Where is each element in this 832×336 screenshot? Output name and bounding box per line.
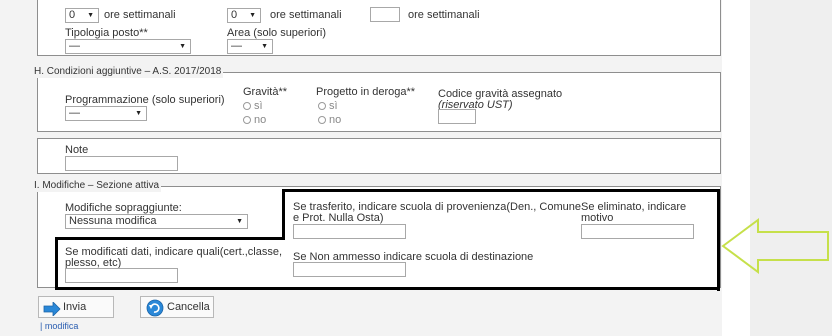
area-value: — <box>231 40 242 52</box>
radio-icon <box>243 116 251 124</box>
hours-select-1[interactable]: 0 ▼ <box>65 8 99 23</box>
programmazione-value: — <box>69 107 80 119</box>
chevron-down-icon: ▼ <box>249 12 256 19</box>
undo-icon <box>146 299 164 317</box>
hours-select-2-label: ore settimanali <box>270 9 342 21</box>
annotation-line <box>58 237 284 240</box>
hours-select-2[interactable]: 0 ▼ <box>227 8 261 23</box>
radio-icon <box>318 116 326 124</box>
invia-button[interactable]: Invia <box>38 296 114 318</box>
invia-label: Invia <box>63 301 87 313</box>
tipologia-posto-select[interactable]: — ▼ <box>65 39 191 54</box>
cancella-button[interactable]: Cancella <box>140 296 214 318</box>
modifiche-value: Nessuna modifica <box>69 215 157 227</box>
annotation-line <box>55 287 720 290</box>
programmazione-select[interactable]: — ▼ <box>65 106 147 121</box>
hours-input-label: ore settimanali <box>408 9 480 21</box>
hours-select-1-value: 0 <box>69 9 76 21</box>
gravita-no-option[interactable]: no <box>243 114 266 127</box>
gravita-si-label: sì <box>254 100 263 112</box>
chevron-down-icon: ▼ <box>236 218 243 225</box>
area-select[interactable]: — ▼ <box>227 39 273 54</box>
tipologia-posto-value: — <box>69 40 80 52</box>
chevron-down-icon: ▼ <box>135 110 142 117</box>
chevron-down-icon: ▼ <box>87 12 94 19</box>
gravita-label: Gravità** <box>243 86 288 98</box>
section-i-legend: I. Modifiche – Sezione attiva <box>32 180 162 192</box>
progetto-si-option[interactable]: sì <box>318 100 338 113</box>
gravita-si-option[interactable]: sì <box>243 100 263 113</box>
progetto-si-label: sì <box>329 100 338 112</box>
trasferito-input[interactable] <box>293 224 406 239</box>
arrow-left-icon <box>721 218 829 274</box>
modifica-link[interactable]: | modifica <box>40 320 78 333</box>
progetto-no-label: no <box>329 114 342 126</box>
chevron-down-icon: ▼ <box>179 43 186 50</box>
right-panel <box>750 0 832 336</box>
cancella-label: Cancella <box>167 301 210 313</box>
hours-select-1-label: ore settimanali <box>104 9 176 21</box>
annotation-line <box>282 189 285 240</box>
codice-gravita-input[interactable] <box>438 109 476 124</box>
progetto-no-option[interactable]: no <box>318 114 341 127</box>
annotation-line <box>55 237 58 289</box>
progetto-deroga-label: Progetto in deroga** <box>316 86 416 98</box>
arrow-right-icon <box>43 302 61 316</box>
hours-input[interactable] <box>370 7 400 22</box>
eliminato-input[interactable] <box>581 224 694 239</box>
radio-icon <box>243 102 251 110</box>
note-input[interactable] <box>65 156 178 171</box>
non-ammesso-input[interactable] <box>293 262 406 277</box>
section-h-legend: H. Condizioni aggiuntive – A.S. 2017/201… <box>32 66 224 78</box>
annotation-line <box>282 189 719 192</box>
modificati-input[interactable] <box>65 268 178 283</box>
modifiche-select[interactable]: Nessuna modifica ▼ <box>65 214 248 229</box>
radio-icon <box>318 102 326 110</box>
gravita-no-label: no <box>254 114 267 126</box>
hours-select-2-value: 0 <box>231 9 238 21</box>
chevron-down-icon: ▼ <box>261 43 268 50</box>
